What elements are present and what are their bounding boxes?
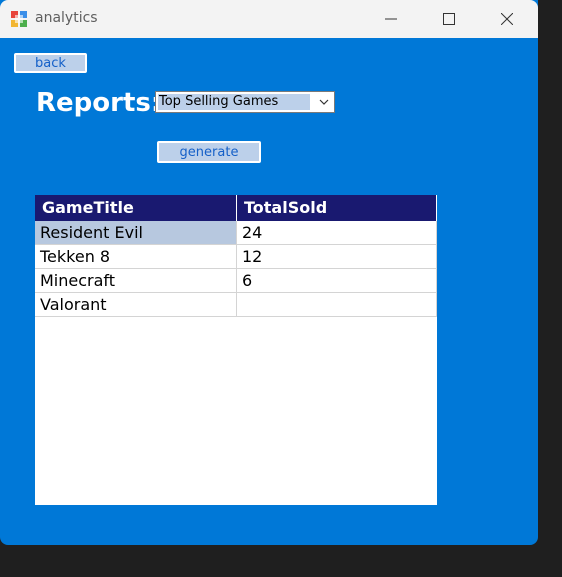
report-select[interactable]: Top Selling Games bbox=[155, 91, 335, 113]
app-icon bbox=[11, 11, 27, 27]
window-title: analytics bbox=[35, 10, 98, 26]
minimize-button[interactable] bbox=[362, 0, 420, 38]
cell-game-title[interactable]: Resident Evil bbox=[35, 221, 237, 245]
reports-label: Reports: bbox=[36, 88, 162, 118]
cell-total-sold[interactable]: 12 bbox=[237, 245, 437, 269]
grid-header: GameTitle TotalSold bbox=[35, 195, 437, 221]
table-row[interactable]: Resident Evil 24 bbox=[35, 221, 437, 245]
cell-game-title[interactable]: Minecraft bbox=[35, 269, 237, 293]
close-icon bbox=[501, 13, 513, 25]
close-button[interactable] bbox=[478, 0, 536, 38]
maximize-icon bbox=[443, 13, 455, 25]
column-header-totalsold[interactable]: TotalSold bbox=[237, 195, 437, 221]
maximize-button[interactable] bbox=[420, 0, 478, 38]
report-select-value: Top Selling Games bbox=[158, 94, 310, 110]
cell-total-sold[interactable] bbox=[237, 293, 437, 317]
analytics-window: analytics back Reports: Top Selling Game… bbox=[0, 0, 538, 545]
back-button[interactable]: back bbox=[14, 53, 87, 73]
cell-total-sold[interactable]: 6 bbox=[237, 269, 437, 293]
cell-game-title[interactable]: Tekken 8 bbox=[35, 245, 237, 269]
table-row[interactable]: Valorant bbox=[35, 293, 437, 317]
generate-button[interactable]: generate bbox=[157, 141, 261, 163]
title-bar[interactable]: analytics bbox=[0, 0, 538, 38]
chevron-down-icon[interactable] bbox=[317, 95, 331, 109]
column-header-gametitle[interactable]: GameTitle bbox=[35, 195, 237, 221]
table-row[interactable]: Tekken 8 12 bbox=[35, 245, 437, 269]
minimize-icon bbox=[385, 18, 397, 20]
cell-total-sold[interactable]: 24 bbox=[237, 221, 437, 245]
table-row[interactable]: Minecraft 6 bbox=[35, 269, 437, 293]
cell-game-title[interactable]: Valorant bbox=[35, 293, 237, 317]
report-grid[interactable]: GameTitle TotalSold Resident Evil 24 Tek… bbox=[35, 195, 437, 505]
